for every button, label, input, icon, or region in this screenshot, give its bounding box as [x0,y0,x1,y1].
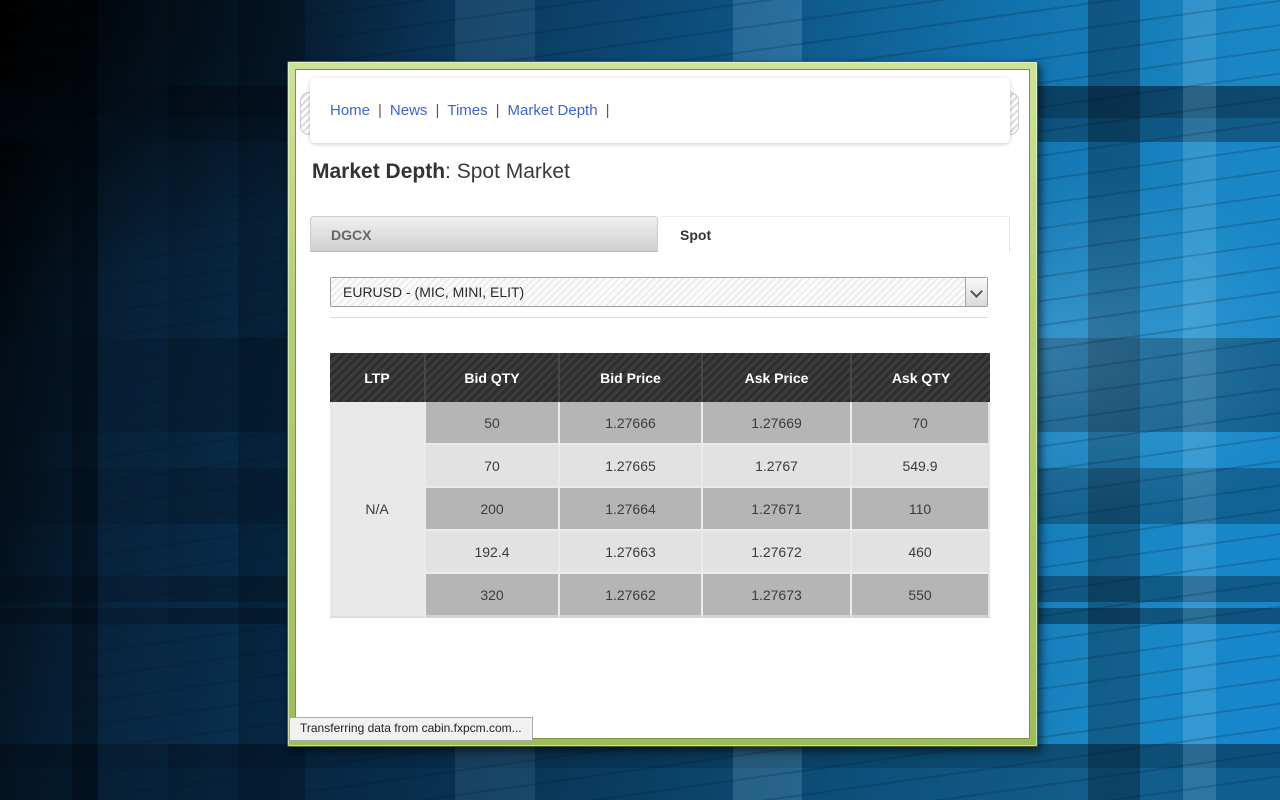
ask-qty-cell: 550 [852,574,990,618]
column-header-ask-price: Ask Price [703,353,852,402]
nav-bar: Home | News | Times | Market Depth | [310,78,1010,143]
browser-window: Home | News | Times | Market Depth | Mar… [287,61,1038,747]
table-row: 192.4 1.27663 1.27672 460 [330,531,990,574]
bid-price-cell[interactable]: 1.27666 [560,402,703,445]
ask-price-cell[interactable]: 1.27669 [703,402,852,445]
table-row: 200 1.27664 1.27671 110 [330,488,990,531]
table-row: 320 1.27662 1.27673 550 [330,574,990,618]
bid-qty-cell: 192.4 [426,531,560,574]
column-header-bid-price: Bid Price [560,353,703,402]
ask-price-cell[interactable]: 1.27672 [703,531,852,574]
ask-qty-cell: 549.9 [852,445,990,488]
tab-spot[interactable]: Spot [660,216,1010,252]
nav-link-home[interactable]: Home [330,102,370,119]
column-header-ltp: LTP [330,353,426,402]
tab-dgcx[interactable]: DGCX [310,216,658,252]
page-title-rest: : Spot Market [445,160,570,183]
status-tooltip: Transferring data from cabin.fxpcm.com..… [289,717,533,741]
column-header-ask-qty: Ask QTY [852,353,990,402]
ask-price-cell[interactable]: 1.2767 [703,445,852,488]
nav-links: Home | News | Times | Market Depth | [330,78,617,143]
bid-price-cell[interactable]: 1.27662 [560,574,703,618]
ask-qty-cell: 70 [852,402,990,445]
bid-qty-cell: 70 [426,445,560,488]
bid-price-cell[interactable]: 1.27665 [560,445,703,488]
page-title: Market Depth: Spot Market [312,160,570,184]
bid-qty-cell: 320 [426,574,560,618]
select-dropdown-button[interactable] [965,278,987,306]
desktop-background: Home | News | Times | Market Depth | Mar… [0,0,1280,800]
page-content: Home | News | Times | Market Depth | Mar… [295,69,1030,739]
nav-separator: | [496,102,500,119]
column-header-bid-qty: Bid QTY [426,353,560,402]
page-title-bold: Market Depth [312,160,445,183]
instrument-select-value: EURUSD - (MIC, MINI, ELIT) [331,284,524,300]
market-depth-table: LTP Bid QTY Bid Price Ask Price Ask QTY … [330,353,990,618]
nav-separator: | [606,102,610,119]
nav-separator: | [435,102,439,119]
bid-price-cell[interactable]: 1.27664 [560,488,703,531]
nav-link-times[interactable]: Times [447,102,487,119]
ask-price-cell[interactable]: 1.27671 [703,488,852,531]
bid-qty-cell: 50 [426,402,560,445]
divider [330,317,988,318]
table-header-row: LTP Bid QTY Bid Price Ask Price Ask QTY [330,353,990,402]
ltp-value-cell[interactable]: N/A [330,402,426,618]
table-row: 70 1.27665 1.2767 549.9 [330,445,990,488]
nav-link-market-depth[interactable]: Market Depth [508,102,598,119]
ask-price-cell[interactable]: 1.27673 [703,574,852,618]
bid-qty-cell: 200 [426,488,560,531]
chevron-down-icon [970,285,983,298]
nav-link-news[interactable]: News [390,102,428,119]
ask-qty-cell: 460 [852,531,990,574]
ask-qty-cell: 110 [852,488,990,531]
instrument-select[interactable]: EURUSD - (MIC, MINI, ELIT) [330,277,988,307]
table-row: N/A 50 1.27666 1.27669 70 [330,402,990,445]
nav-separator: | [378,102,382,119]
bid-price-cell[interactable]: 1.27663 [560,531,703,574]
